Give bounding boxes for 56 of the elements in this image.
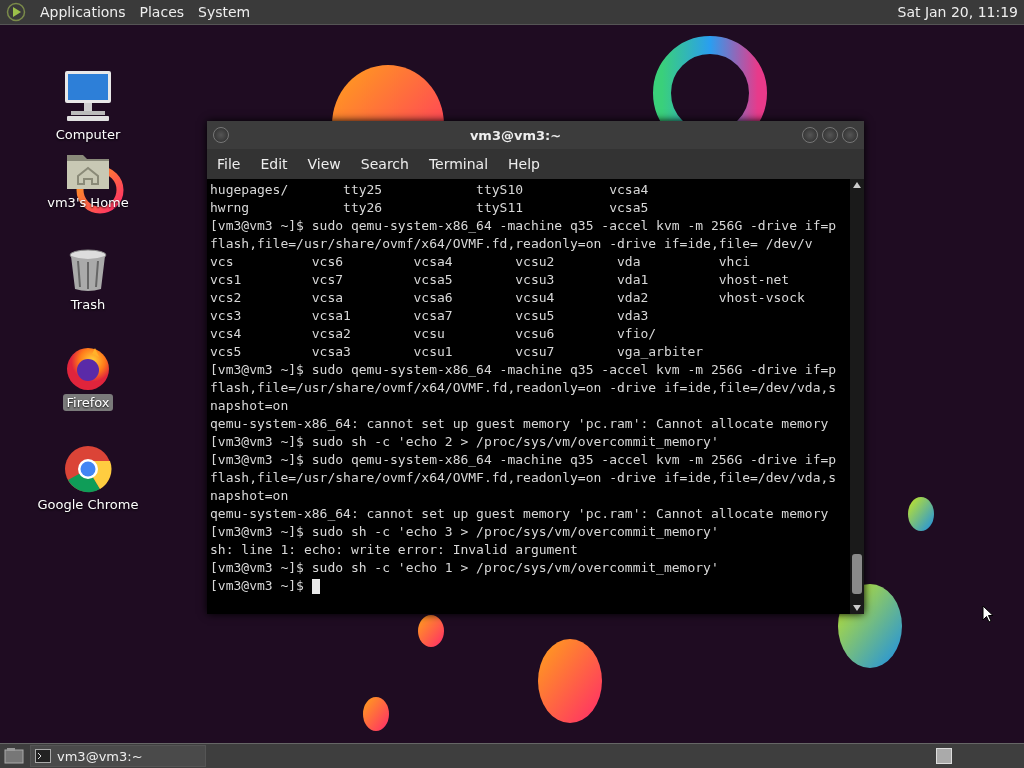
scrollbar-thumb[interactable] <box>852 554 862 594</box>
apps-logo-icon[interactable] <box>6 2 26 22</box>
terminal-line: [vm3@vm3 ~]$ sudo qemu-system-x86_64 -machine q35 -accel kvm -m 256G -drive if=p <box>210 217 838 235</box>
panel-menu[interactable]: System <box>198 4 251 20</box>
trash-icon <box>68 249 108 293</box>
window-menu-button[interactable] <box>213 127 229 143</box>
terminal-line: flash,file=/usr/share/ovmf/x64/OVMF.fd,readonly=on -drive if=ide,file=/dev/vda,s <box>210 379 838 397</box>
menu-item[interactable]: Terminal <box>420 152 497 176</box>
terminal-line: [vm3@vm3 ~]$ sudo sh -c 'echo 3 > /proc/sys/vm/overcommit_memory' <box>210 523 720 541</box>
maximize-button[interactable] <box>822 127 838 143</box>
menu-item[interactable]: Search <box>352 152 417 176</box>
terminal-line: vcs4 vcsa2 vcsu vcsu6 vfio/ <box>210 325 658 343</box>
terminal-line: hugepages/ tty25 ttyS10 vcsa4 <box>210 181 650 199</box>
terminal-line: vcs1 vcs7 vcsa5 vcsu3 vda1 vhost-net <box>210 271 791 289</box>
menu-item[interactable]: File <box>209 152 249 176</box>
desktop-icon-label[interactable]: Computer <box>52 126 124 143</box>
menu-item[interactable]: Edit <box>252 152 296 176</box>
close-button[interactable] <box>842 127 858 143</box>
terminal-line: [vm3@vm3 ~]$ <box>210 577 304 595</box>
computer-icon <box>63 69 113 123</box>
scroll-down-icon[interactable] <box>853 605 861 611</box>
terminal-line: vcs vcs6 vcsa4 vcsu2 vda vhci <box>210 253 752 271</box>
show-desktop-icon[interactable] <box>4 747 24 765</box>
terminal-line: vcs2 vcsa vcsa6 vcsu4 vda2 vhost-vsock <box>210 289 806 307</box>
desktop-icon-label[interactable]: Firefox <box>63 394 113 411</box>
terminal-line: [vm3@vm3 ~]$ sudo sh -c 'echo 1 > /proc/sys/vm/overcommit_memory' <box>210 559 720 577</box>
desktop-icon-label[interactable]: Google Chrome <box>34 496 142 513</box>
firefox-icon <box>65 345 111 391</box>
terminal-line: [vm3@vm3 ~]$ sudo sh -c 'echo 2 > /proc/sys/vm/overcommit_memory' <box>210 433 720 451</box>
terminal-line: flash,file=/usr/share/ovmf/x64/OVMF.fd,readonly=on -drive if=ide,file=/dev/vda,s <box>210 469 838 487</box>
chrome-icon <box>64 445 112 493</box>
terminal-line: flash,file=/usr/share/ovmf/x64/OVMF.fd,readonly=on -drive if=ide,file= /dev/v <box>210 235 814 253</box>
scrollbar[interactable] <box>850 179 864 614</box>
window-title: vm3@vm3:~ <box>468 127 563 143</box>
panel-menu[interactable]: Places <box>139 4 185 20</box>
workspace-switcher[interactable] <box>936 748 952 764</box>
mouse-pointer-icon <box>982 605 994 623</box>
terminal-line: [vm3@vm3 ~]$ sudo qemu-system-x86_64 -machine q35 -accel kvm -m 256G -drive if=p <box>210 361 838 379</box>
terminal-line: vcs3 vcsa1 vcsa7 vcsu5 vda3 <box>210 307 650 325</box>
terminal-line: hwrng tty26 ttyS11 vcsa5 <box>210 199 650 217</box>
minimize-button[interactable] <box>802 127 818 143</box>
terminal-line: napshot=on <box>210 397 290 415</box>
terminal-line: qemu-system-x86_64: cannot set up guest memory 'pc.ram': Cannot allocate memory <box>210 415 830 433</box>
menu-item[interactable]: Help <box>500 152 548 176</box>
terminal-line: [vm3@vm3 ~]$ sudo qemu-system-x86_64 -machine q35 -accel kvm -m 256G -drive if=p <box>210 451 838 469</box>
terminal-icon <box>35 749 51 763</box>
taskbar-button[interactable]: vm3@vm3:~ <box>30 745 206 767</box>
desktop-icon-label[interactable]: Trash <box>67 296 109 313</box>
scroll-up-icon[interactable] <box>853 182 861 188</box>
menu-item[interactable]: View <box>299 152 349 176</box>
terminal-line: qemu-system-x86_64: cannot set up guest memory 'pc.ram': Cannot allocate memory <box>210 505 830 523</box>
terminal-line: vcs5 vcsa3 vcsu1 vcsu7 vga_arbiter <box>210 343 705 361</box>
clock[interactable]: Sat Jan 20, 11:19 <box>897 4 1018 20</box>
terminal-line: sh: line 1: echo: write error: Invalid argument <box>210 541 579 559</box>
panel-menu[interactable]: Applications <box>40 4 126 20</box>
terminal-line: napshot=on <box>210 487 290 505</box>
